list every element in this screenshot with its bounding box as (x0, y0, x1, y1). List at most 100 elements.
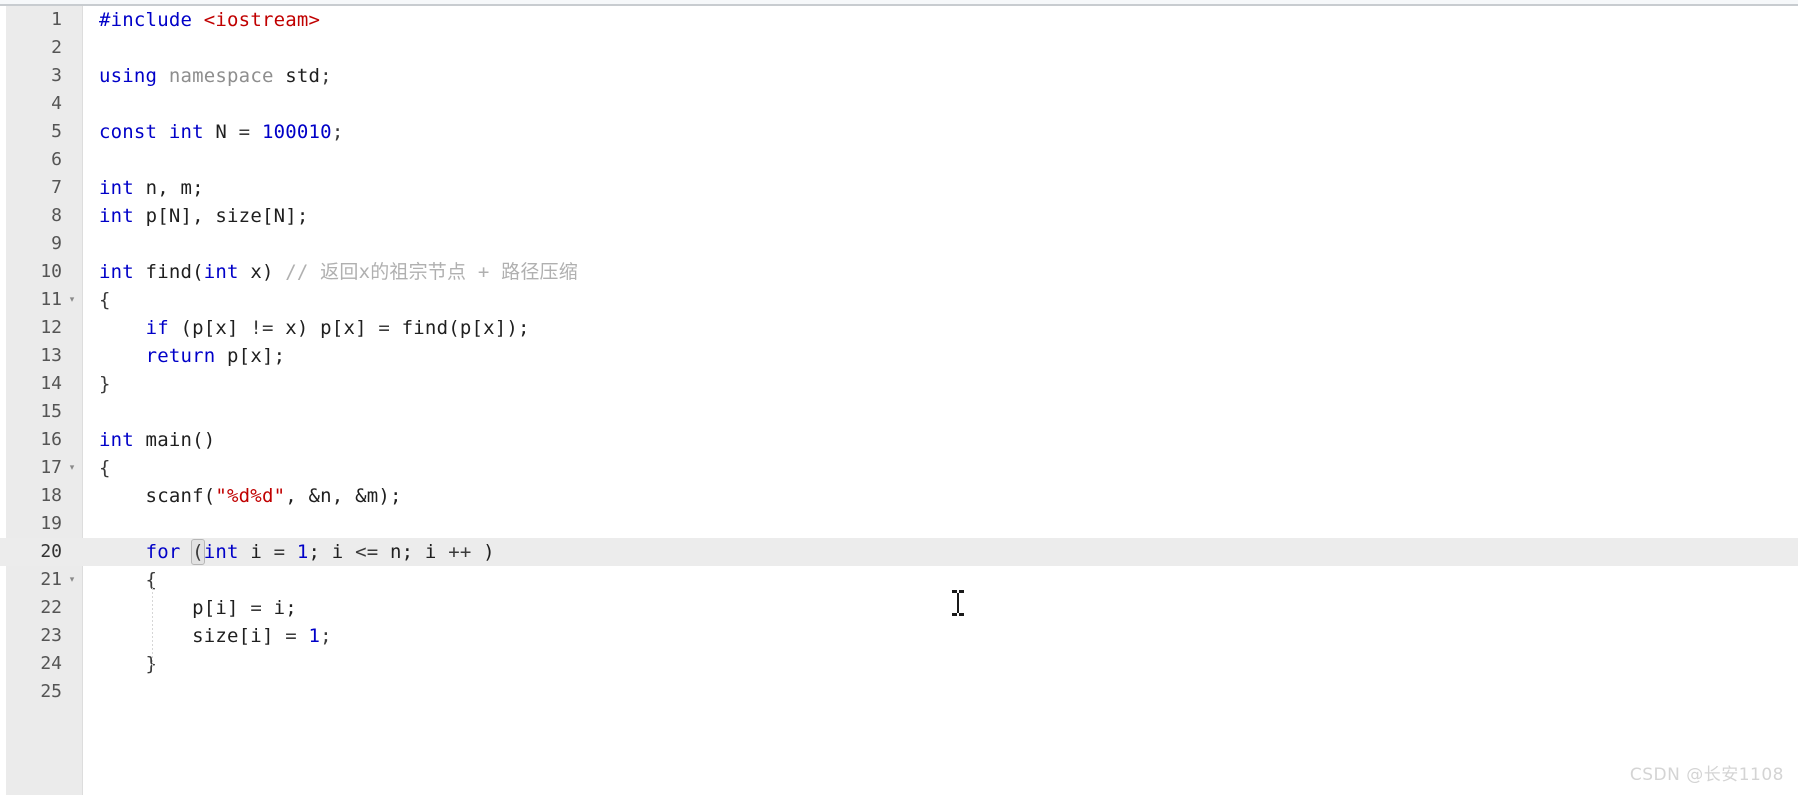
code-text[interactable]: for (int i = 1; i <= n; i ++ ) (99, 538, 495, 566)
code-token: find(p[x]); (390, 317, 530, 339)
code-text[interactable]: #include <iostream> (99, 6, 320, 34)
code-text[interactable]: using namespace std; (99, 62, 332, 90)
code-token: if (145, 317, 169, 339)
code-token: { (99, 569, 158, 591)
code-line[interactable]: 22 p[i] = i; (0, 594, 1798, 622)
code-text[interactable]: p[i] = i; (99, 594, 297, 622)
line-number: 3 (51, 65, 62, 86)
code-text[interactable]: { (99, 454, 111, 482)
code-token: find( (133, 261, 204, 283)
code-line[interactable]: 8 int p[N], size[N]; (0, 202, 1798, 230)
code-token: return (145, 345, 216, 367)
code-line[interactable]: 6 (0, 146, 1798, 174)
code-text[interactable]: } (99, 370, 111, 398)
code-lines-container[interactable]: 1 #include <iostream> 2 3 using namespace st… (0, 6, 1798, 706)
code-text[interactable]: return p[x]; (99, 342, 285, 370)
code-text[interactable]: { (99, 286, 111, 314)
code-token: ; (320, 65, 332, 87)
code-fold-toggle-icon[interactable]: ▾ (66, 566, 78, 594)
bracket-match-highlight: ( (191, 539, 205, 565)
code-fold-toggle-icon[interactable]: ▾ (66, 286, 78, 314)
code-token: = (250, 597, 262, 619)
code-token: // 返回x的祖宗节点 + 路径压缩 (285, 261, 578, 283)
code-token: #include (99, 9, 193, 31)
line-number: 15 (40, 401, 62, 422)
code-token: int (99, 429, 134, 451)
code-line[interactable]: 18 scanf("%d%d", &n, &m); (0, 482, 1798, 510)
code-token: , &n, &m); (285, 485, 402, 507)
code-token: x) (238, 261, 286, 283)
code-token: i (238, 541, 274, 563)
code-line-current[interactable]: 20 for (int i = 1; i <= n; i ++ ) (0, 538, 1798, 566)
code-text[interactable]: int n, m; (99, 174, 204, 202)
code-line[interactable]: 17 ▾ { (0, 454, 1798, 482)
code-line[interactable]: 16 int main() (0, 426, 1798, 454)
line-number: 21 (40, 569, 62, 590)
code-token: p[i] (99, 597, 251, 619)
code-token: p[N], size[N]; (145, 205, 309, 227)
code-line[interactable]: 5 const int N = 100010; (0, 118, 1798, 146)
code-line[interactable]: 3 using namespace std; (0, 62, 1798, 90)
code-token: 1 (308, 625, 321, 647)
line-number: 20 (40, 541, 62, 562)
code-token: int (99, 177, 134, 199)
line-number: 7 (51, 177, 62, 198)
code-token: <iostream> (203, 9, 321, 31)
code-token: 1 (296, 541, 309, 563)
code-line[interactable]: 12 if (p[x] != x) p[x] = find(p[x]); (0, 314, 1798, 342)
line-number: 17 (40, 457, 62, 478)
code-token: = (285, 625, 297, 647)
code-fold-toggle-icon[interactable]: ▾ (66, 454, 78, 482)
line-number: 10 (40, 261, 62, 282)
code-text[interactable]: int main() (99, 426, 215, 454)
code-line[interactable]: 21 ▾ { (0, 566, 1798, 594)
code-line[interactable]: 7 int n, m; (0, 174, 1798, 202)
code-line[interactable]: 2 (0, 34, 1798, 62)
code-token: main() (133, 429, 216, 451)
code-token: = (273, 541, 286, 563)
code-line[interactable]: 14} (0, 370, 1798, 398)
code-text[interactable]: size[i] = 1; (99, 622, 332, 650)
code-text[interactable]: { (99, 566, 157, 594)
code-text[interactable]: if (p[x] != x) p[x] = find(p[x]); (99, 314, 530, 342)
code-editor: 1 #include <iostream> 2 3 using namespace st… (0, 0, 1798, 795)
code-line[interactable]: 25 (0, 678, 1798, 706)
code-text[interactable]: int find(int x) // 返回x的祖宗节点 + 路径压缩 (99, 258, 578, 286)
code-text[interactable]: const int N = 100010; (99, 118, 343, 146)
code-token: != (250, 317, 274, 339)
code-token: namespace (168, 65, 274, 87)
code-line[interactable]: 15 (0, 398, 1798, 426)
code-token: n, m; (145, 177, 204, 199)
code-token: int (168, 121, 204, 143)
line-number: 4 (51, 93, 62, 114)
code-text[interactable]: scanf("%d%d", &n, &m); (99, 482, 402, 510)
code-line[interactable]: 11 ▾ { (0, 286, 1798, 314)
line-number: 12 (40, 317, 62, 338)
code-text[interactable]: } (99, 650, 157, 678)
code-line[interactable]: 10 int find(int x) // 返回x的祖宗节点 + 路径压缩 (0, 258, 1798, 286)
code-token: i; (261, 597, 297, 619)
code-token: int (99, 205, 134, 227)
line-number: 22 (40, 597, 62, 618)
code-text[interactable]: int p[N], size[N]; (99, 202, 309, 230)
code-line[interactable]: 9 (0, 230, 1798, 258)
line-number: 11 (40, 289, 62, 310)
code-token: int (99, 261, 134, 283)
code-token: using (99, 65, 158, 87)
code-line[interactable]: 4 (0, 90, 1798, 118)
code-line[interactable]: 1 #include <iostream> (0, 6, 1798, 34)
code-line[interactable]: 24 } (0, 650, 1798, 678)
line-number: 13 (40, 345, 62, 366)
csdn-watermark: CSDN @长安1108 (1629, 765, 1784, 785)
code-line[interactable]: 19 (0, 510, 1798, 538)
code-line[interactable]: 23 size[i] = 1; (0, 622, 1798, 650)
line-number: 2 (51, 37, 62, 58)
line-number: 14 (40, 373, 62, 394)
code-line[interactable]: 13 return p[x]; (0, 342, 1798, 370)
